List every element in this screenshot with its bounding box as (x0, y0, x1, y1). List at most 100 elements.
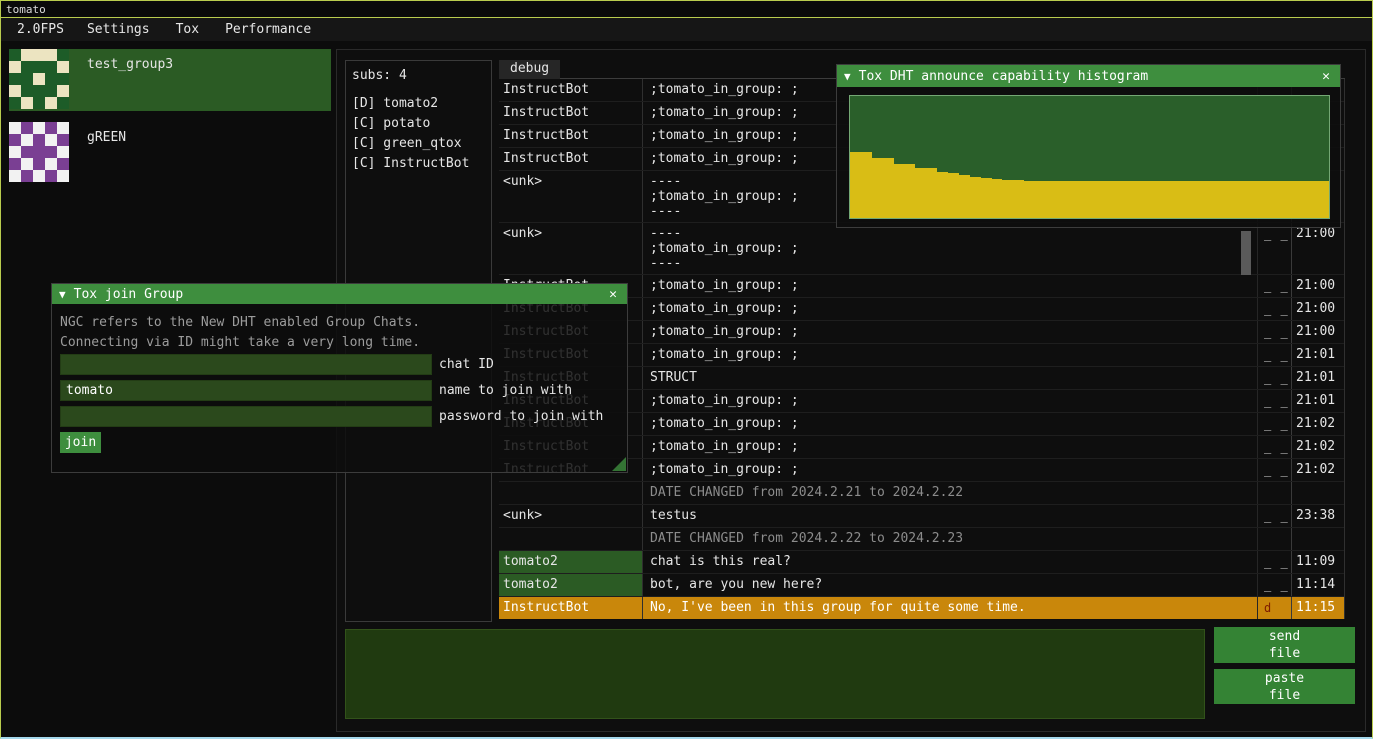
avatar (9, 122, 69, 182)
message-row[interactable]: tomato2chat is this real?_ _11:09 (499, 551, 1344, 574)
window-titlebar[interactable]: tomato (1, 1, 1372, 18)
join-group-body: NGC refers to the New DHT enabled Group … (52, 304, 627, 472)
contact-name: gREEN (69, 122, 126, 145)
message-text: bot, are you new here? (643, 574, 1257, 596)
histogram-bar (1297, 181, 1308, 218)
scrollbar-thumb[interactable] (1241, 231, 1251, 275)
member-item[interactable]: [C] green_qtox (352, 134, 485, 154)
histogram-bar (1177, 181, 1188, 218)
message-time: 21:02 (1291, 413, 1344, 435)
histogram-bar (861, 152, 872, 218)
message-text: ;tomato_in_group: ; (643, 413, 1257, 435)
histogram-bar (1166, 181, 1177, 218)
histogram-bar (1046, 181, 1057, 218)
contact-item[interactable]: gREEN (9, 122, 331, 184)
paste-file-button[interactable]: paste file (1214, 669, 1355, 704)
send-file-button[interactable]: send file (1214, 627, 1355, 663)
join-group-titlebar[interactable]: ▼ Tox join Group ✕ (52, 284, 627, 304)
histogram-bar (872, 158, 883, 218)
message-row[interactable]: <unk>---- ;tomato_in_group: ; ----_ _21:… (499, 223, 1344, 275)
close-icon[interactable]: ✕ (606, 287, 620, 302)
message-time: 21:01 (1291, 367, 1344, 389)
close-icon[interactable]: ✕ (1319, 69, 1333, 84)
message-text: DATE CHANGED from 2024.2.22 to 2024.2.23 (643, 528, 1257, 550)
message-flags: _ _ (1257, 298, 1291, 320)
join-input-name-to-join-with[interactable] (60, 380, 432, 401)
member-item[interactable]: [D] tomato2 (352, 94, 485, 114)
message-text: DATE CHANGED from 2024.2.21 to 2024.2.22 (643, 482, 1257, 504)
message-time: 21:00 (1291, 298, 1344, 320)
histogram-bar (1122, 181, 1133, 218)
message-row[interactable]: <unk>testus_ _23:38 (499, 505, 1344, 528)
join-field-label: password to join with (439, 409, 603, 424)
histogram-bar (959, 175, 970, 218)
histogram-bar (1307, 181, 1318, 218)
histogram-bar (1057, 181, 1068, 218)
message-text: No, I've been in this group for quite so… (643, 597, 1257, 619)
histogram-bar (1133, 181, 1144, 218)
histogram-bar (970, 177, 981, 218)
message-text: ;tomato_in_group: ; (643, 436, 1257, 458)
message-flags: _ _ (1257, 505, 1291, 527)
message-row[interactable]: DATE CHANGED from 2024.2.22 to 2024.2.23 (499, 528, 1344, 551)
histogram-bar (1286, 181, 1297, 218)
tab-debug[interactable]: debug (499, 60, 560, 79)
message-flags: _ _ (1257, 551, 1291, 573)
menu-item-settings[interactable]: Settings (74, 19, 163, 40)
menu-item-performance[interactable]: Performance (212, 19, 324, 40)
resize-grip-icon[interactable] (612, 457, 626, 471)
histogram-titlebar[interactable]: ▼ Tox DHT announce capability histogram … (837, 65, 1340, 87)
menu-items: SettingsToxPerformance (74, 19, 324, 40)
message-input[interactable] (345, 629, 1205, 719)
histogram-bar (1231, 181, 1242, 218)
member-item[interactable]: [C] InstructBot (352, 154, 485, 174)
message-flags: _ _ (1257, 413, 1291, 435)
histogram-bar (1035, 181, 1046, 218)
message-row[interactable]: InstructBotNo, I've been in this group f… (499, 597, 1344, 619)
message-text: testus (643, 505, 1257, 527)
message-time: 21:00 (1291, 275, 1344, 297)
message-time: 11:09 (1291, 551, 1344, 573)
join-field-row: chat ID (60, 354, 494, 375)
message-sender: InstructBot (499, 79, 643, 101)
menu-item-tox[interactable]: Tox (163, 19, 212, 40)
histogram-bar (1024, 181, 1035, 218)
member-item[interactable]: [C] potato (352, 114, 485, 134)
message-time: 21:02 (1291, 436, 1344, 458)
message-sender: <unk> (499, 223, 643, 274)
message-text: ;tomato_in_group: ; (643, 298, 1257, 320)
message-sender (499, 482, 643, 504)
join-button[interactable]: join (60, 432, 101, 453)
contact-item[interactable]: test_group3 (9, 49, 331, 111)
collapse-icon[interactable]: ▼ (844, 70, 851, 83)
join-group-window: ▼ Tox join Group ✕ NGC refers to the New… (51, 283, 628, 473)
histogram-plot[interactable] (849, 95, 1330, 219)
join-description-line: NGC refers to the New DHT enabled Group … (60, 313, 627, 333)
message-time: 21:01 (1291, 344, 1344, 366)
contact-list: test_group3 gREEN (9, 49, 331, 184)
histogram-bar (1220, 181, 1231, 218)
subs-header: subs: 4 (352, 68, 485, 83)
join-input-chat-ID[interactable] (60, 354, 432, 375)
message-row[interactable]: tomato2bot, are you new here?_ _11:14 (499, 574, 1344, 597)
message-time (1291, 528, 1344, 550)
histogram-bar (1013, 180, 1024, 218)
join-field-row: password to join with (60, 406, 603, 427)
histogram-bar (894, 164, 905, 218)
message-flags: _ _ (1257, 367, 1291, 389)
join-input-password-to-join-with[interactable] (60, 406, 432, 427)
histogram-window: ▼ Tox DHT announce capability histogram … (836, 64, 1341, 228)
message-flags: _ _ (1257, 344, 1291, 366)
histogram-bar (1242, 181, 1253, 218)
message-sender: <unk> (499, 171, 643, 222)
message-text: ;tomato_in_group: ; (643, 344, 1257, 366)
histogram-bar (1209, 181, 1220, 218)
message-text: ---- ;tomato_in_group: ; ---- (643, 223, 1257, 274)
member-list: [D] tomato2[C] potato[C] green_qtox[C] I… (352, 94, 485, 174)
collapse-icon[interactable]: ▼ (59, 288, 66, 301)
message-flags: _ _ (1257, 390, 1291, 412)
histogram-bar (1100, 181, 1111, 218)
join-description: NGC refers to the New DHT enabled Group … (52, 304, 627, 353)
histogram-bar (937, 172, 948, 218)
message-row[interactable]: DATE CHANGED from 2024.2.21 to 2024.2.22 (499, 482, 1344, 505)
